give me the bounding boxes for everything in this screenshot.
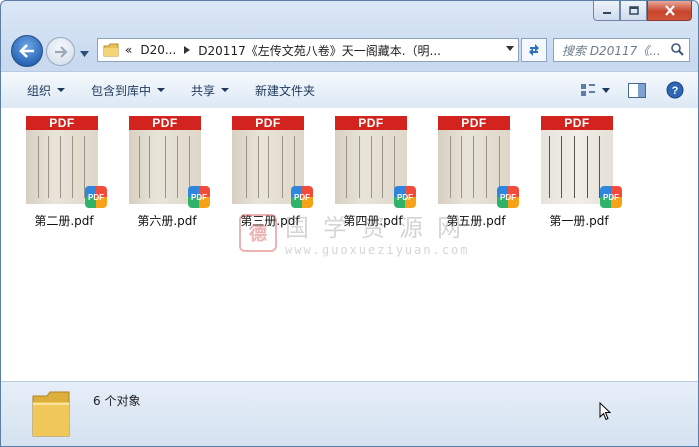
share-menu[interactable]: 共享 <box>191 82 230 99</box>
minimize-button[interactable] <box>593 1 620 21</box>
breadcrumb-overflow[interactable]: « <box>125 43 132 57</box>
caret-down-icon <box>157 88 166 92</box>
folder-icon <box>103 43 119 57</box>
maximize-button[interactable] <box>620 1 647 21</box>
file-name[interactable]: 第一册.pdf <box>541 212 617 229</box>
pdf-app-icon: PDF <box>85 186 107 208</box>
file-name[interactable]: 第六册.pdf <box>129 212 205 229</box>
new-folder-label: 新建文件夹 <box>255 83 316 98</box>
watermark-url: www.guoxueziyuan.com <box>285 243 470 257</box>
pdf-app-icon: PDF <box>394 186 416 208</box>
arrow-left-icon <box>19 44 34 58</box>
file-item[interactable]: PDF PDF 第四册.pdf <box>335 116 416 229</box>
folder-icon <box>32 391 70 437</box>
breadcrumb: « D20... D20117《左传文苑八卷》天一阁藏本.（明... <box>125 42 441 59</box>
minimize-icon <box>602 11 611 14</box>
navigation-row: « D20... D20117《左传文苑八卷》天一阁藏本.（明... 搜索 D2… <box>1 33 698 67</box>
file-item[interactable]: PDF PDF 第六册.pdf <box>129 116 210 229</box>
maximize-icon <box>628 5 639 15</box>
arrow-right-icon <box>54 45 68 58</box>
svg-text:?: ? <box>672 85 679 97</box>
file-item[interactable]: PDF PDF 第三册.pdf <box>232 116 313 229</box>
search-input[interactable]: 搜索 D20117《... <box>554 42 670 59</box>
pdf-banner: PDF <box>232 116 304 130</box>
pdf-thumbnail: PDF PDF <box>26 116 107 208</box>
pdf-banner: PDF <box>438 116 510 130</box>
include-in-library-label: 包含到库中 <box>91 83 152 98</box>
include-in-library-menu[interactable]: 包含到库中 <box>91 82 166 99</box>
pdf-banner: PDF <box>335 116 407 130</box>
close-icon <box>664 5 675 16</box>
file-name[interactable]: 第四册.pdf <box>335 212 411 229</box>
recent-pages-dropdown[interactable] <box>80 46 89 60</box>
help-icon[interactable]: ? <box>666 81 684 99</box>
new-folder-button[interactable]: 新建文件夹 <box>255 82 315 99</box>
details-pane: 6 个对象 <box>1 381 698 446</box>
explorer-window: « D20... D20117《左传文苑八卷》天一阁藏本.（明... 搜索 D2… <box>0 0 699 447</box>
view-options-icon[interactable] <box>580 83 596 97</box>
refresh-icon <box>529 44 539 56</box>
pdf-thumbnail: PDF PDF <box>335 116 416 208</box>
file-name[interactable]: 第三册.pdf <box>232 212 308 229</box>
breadcrumb-item-current[interactable]: D20117《左传文苑八卷》天一阁藏本.（明... <box>198 42 441 59</box>
pdf-banner: PDF <box>129 116 201 130</box>
search-box[interactable]: 搜索 D20117《... <box>553 38 690 62</box>
toolbar-right: ? <box>580 72 698 108</box>
caption-buttons <box>593 1 692 21</box>
command-bar: 组织 包含到库中 共享 新建文件夹 ? <box>1 71 698 109</box>
address-bar[interactable]: « D20... D20117《左传文苑八卷》天一阁藏本.（明... <box>97 38 519 62</box>
pdf-app-icon: PDF <box>497 186 519 208</box>
pdf-thumbnail: PDF PDF <box>541 116 622 208</box>
share-label: 共享 <box>191 83 216 98</box>
file-name[interactable]: 第五册.pdf <box>438 212 514 229</box>
item-count: 6 个对象 <box>93 394 141 408</box>
pdf-app-icon: PDF <box>188 186 210 208</box>
breadcrumb-item-parent[interactable]: D20... <box>140 43 176 57</box>
close-button[interactable] <box>647 1 692 21</box>
organize-label: 组织 <box>27 83 52 98</box>
mouse-cursor-icon <box>599 402 611 421</box>
pdf-banner: PDF <box>541 116 613 130</box>
address-dropdown-icon[interactable] <box>506 46 514 51</box>
pdf-thumbnail: PDF PDF <box>438 116 519 208</box>
view-dropdown-icon[interactable] <box>602 87 610 93</box>
caret-down-icon <box>57 88 66 92</box>
caret-down-icon <box>221 88 230 92</box>
file-item[interactable]: PDF PDF 第一册.pdf <box>541 116 622 229</box>
refresh-button[interactable] <box>521 38 547 62</box>
preview-pane-icon[interactable] <box>628 82 646 98</box>
chevron-down-icon <box>80 51 89 57</box>
forward-button[interactable] <box>46 37 75 66</box>
organize-menu[interactable]: 组织 <box>27 82 66 99</box>
pdf-thumbnail: PDF PDF <box>129 116 210 208</box>
title-bar <box>1 1 698 29</box>
chevron-right-icon[interactable] <box>184 46 191 54</box>
pdf-app-icon: PDF <box>600 186 622 208</box>
pdf-app-icon: PDF <box>291 186 313 208</box>
file-item[interactable]: PDF PDF 第二册.pdf <box>26 116 107 229</box>
back-button[interactable] <box>11 35 43 67</box>
file-list[interactable]: PDF PDF 第二册.pdf PDF PDF 第六册.pdf PDF PDF … <box>1 108 698 381</box>
file-name[interactable]: 第二册.pdf <box>26 212 102 229</box>
pdf-thumbnail: PDF PDF <box>232 116 313 208</box>
pdf-banner: PDF <box>26 116 98 130</box>
search-icon[interactable] <box>671 43 684 56</box>
file-item[interactable]: PDF PDF 第五册.pdf <box>438 116 519 229</box>
